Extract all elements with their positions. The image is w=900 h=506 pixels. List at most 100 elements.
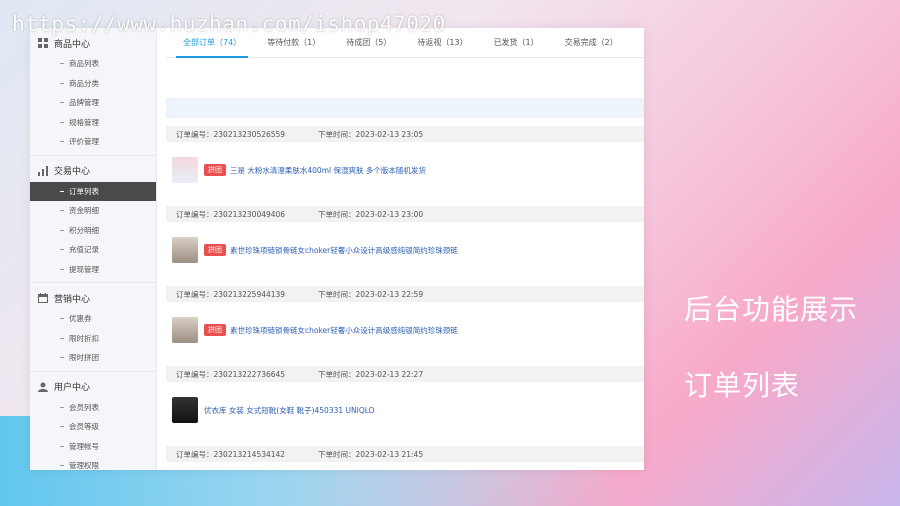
sidebar: 商品中心 商品列表 商品分类 品牌管理 规格管理 评价管理 交易中心 订单列表 … <box>30 28 157 470</box>
order-number: 订单编号：230213225944139 <box>176 289 318 300</box>
bullet-icon <box>60 102 64 104</box>
order-time: 下单时间：2023-02-13 22:59 <box>318 289 423 300</box>
user-icon <box>38 382 48 392</box>
sidebar-item-label: 规格管理 <box>69 117 99 127</box>
filter-bar <box>166 98 644 118</box>
bullet-icon <box>60 141 64 143</box>
product-thumbnail[interactable] <box>172 317 198 343</box>
sidebar-divider <box>30 370 156 372</box>
caption-order-list: 订单列表 <box>684 369 801 402</box>
product-thumbnail[interactable] <box>172 397 198 423</box>
order-time-label: 下单时间： <box>318 369 356 379</box>
bullet-icon <box>60 82 64 84</box>
sidebar-divider <box>30 282 156 283</box>
product-name-link[interactable]: 素世珍珠项链锁骨链女choker轻奢小众设计高级感纯银简约珍珠颈链 <box>230 245 458 256</box>
order-time-label: 下单时间： <box>318 129 356 139</box>
order-body: 拼团 素世珍珠项链锁骨链女choker轻奢小众设计高级感纯银简约珍珠颈链 <box>166 302 644 358</box>
sidebar-item-label: 会员等级 <box>69 422 99 432</box>
sidebar-item-label: 商品分类 <box>69 78 99 88</box>
sidebar-item-group-buy[interactable]: 限时拼团 <box>30 348 156 368</box>
order-number-label: 订单编号： <box>176 369 214 379</box>
sidebar-divider <box>30 154 156 156</box>
product-name-link[interactable]: 三是 大粉水清澄柔肤水400ml 保湿爽肤 多个版本随机发货 <box>230 165 426 176</box>
order-card: 订单编号：230213214534142 下单时间：2023-02-13 21:… <box>166 446 644 470</box>
watermark-url: https://www.huzhan.com/ishop47020 <box>12 12 446 36</box>
sidebar-item-admin-account[interactable]: 管理帐号 <box>30 437 156 457</box>
order-time-label: 下单时间： <box>318 449 356 459</box>
sidebar-item-label: 商品列表 <box>69 59 99 69</box>
sidebar-item-admin-permission[interactable]: 管理权限 <box>30 456 156 470</box>
sidebar-group-trade[interactable]: 交易中心 <box>30 160 156 182</box>
bullet-icon <box>60 268 64 270</box>
order-time: 下单时间：2023-02-13 21:45 <box>318 449 423 460</box>
group-buy-badge: 拼团 <box>204 164 226 176</box>
order-card: 订单编号：230213225944139 下单时间：2023-02-13 22:… <box>166 286 644 358</box>
order-number-value: 230213230526559 <box>213 129 286 139</box>
order-time-value: 2023-02-13 21:45 <box>355 449 424 459</box>
sidebar-item-label: 优惠券 <box>69 314 92 324</box>
tab-shipped[interactable]: 已发货（1） <box>481 28 552 57</box>
order-body: 优衣库 女装 女式短靴(女鞋 靴子)450331 UNIQLO <box>166 382 644 438</box>
sidebar-item-member-list[interactable]: 会员列表 <box>30 398 156 418</box>
bullet-icon <box>60 357 64 359</box>
order-number: 订单编号：230213214534142 <box>176 449 318 460</box>
order-time: 下单时间：2023-02-13 23:05 <box>318 129 423 140</box>
sidebar-item-goods-list[interactable]: 商品列表 <box>30 54 156 74</box>
order-header: 订单编号：230213230526559 下单时间：2023-02-13 23:… <box>166 126 644 142</box>
sidebar-item-flash-discount[interactable]: 限时折扣 <box>30 329 156 349</box>
sidebar-group-marketing[interactable]: 营销中心 <box>30 287 156 309</box>
sidebar-item-label: 评价管理 <box>69 137 99 147</box>
order-time-value: 2023-02-13 23:05 <box>355 129 424 139</box>
sidebar-item-recharge[interactable]: 充值记录 <box>30 240 156 260</box>
order-number-label: 订单编号： <box>176 449 214 459</box>
sidebar-item-label: 限时拼团 <box>69 353 99 363</box>
order-number-value: 230213230049406 <box>213 209 286 219</box>
sidebar-item-order-list[interactable]: 订单列表 <box>30 181 156 201</box>
sidebar-item-funds[interactable]: 资金明细 <box>30 201 156 221</box>
bullet-icon <box>60 63 64 65</box>
bullet-icon <box>60 249 64 251</box>
order-time-label: 下单时间： <box>318 289 356 299</box>
admin-window: 商品中心 商品列表 商品分类 品牌管理 规格管理 评价管理 交易中心 订单列表 … <box>30 28 644 470</box>
sidebar-item-label: 品牌管理 <box>69 98 99 108</box>
order-header: 订单编号：230213225944139 下单时间：2023-02-13 22:… <box>166 286 644 302</box>
sidebar-item-review[interactable]: 评价管理 <box>30 132 156 152</box>
sidebar-item-spec[interactable]: 规格管理 <box>30 113 156 133</box>
sidebar-item-label: 管理帐号 <box>69 441 99 451</box>
group-buy-badge: 拼团 <box>204 244 226 256</box>
order-number-label: 订单编号： <box>176 129 214 139</box>
product-name-link[interactable]: 优衣库 女装 女式短靴(女鞋 靴子)450331 UNIQLO <box>204 405 375 416</box>
bullet-icon <box>60 229 64 231</box>
sidebar-item-goods-category[interactable]: 商品分类 <box>30 74 156 94</box>
sidebar-item-label: 管理权限 <box>69 461 99 470</box>
order-card: 订单编号：230213230526559 下单时间：2023-02-13 23:… <box>166 126 644 198</box>
bullet-icon <box>60 210 64 212</box>
sidebar-item-label: 充值记录 <box>69 245 99 255</box>
sidebar-item-withdraw[interactable]: 提现管理 <box>30 260 156 280</box>
sidebar-group-users[interactable]: 用户中心 <box>30 376 156 398</box>
sidebar-item-coupon[interactable]: 优惠券 <box>30 309 156 329</box>
order-header: 订单编号：230213230049406 下单时间：2023-02-13 23:… <box>166 206 644 222</box>
order-header: 订单编号：230213222736645 下单时间：2023-02-13 22:… <box>166 366 644 382</box>
tab-completed[interactable]: 交易完成（2） <box>552 28 631 57</box>
sidebar-group-title: 交易中心 <box>54 167 91 177</box>
product-thumbnail[interactable] <box>172 157 198 183</box>
sidebar-item-brand[interactable]: 品牌管理 <box>30 93 156 113</box>
sidebar-item-label: 限时折扣 <box>69 333 99 343</box>
sidebar-item-member-level[interactable]: 会员等级 <box>30 417 156 437</box>
order-card: 订单编号：230213230049406 下单时间：2023-02-13 23:… <box>166 206 644 278</box>
order-header: 订单编号：230213214534142 下单时间：2023-02-13 21:… <box>166 446 644 462</box>
sidebar-item-points[interactable]: 积分明细 <box>30 221 156 241</box>
order-number-value: 230213222736645 <box>213 369 286 379</box>
caption-feature-showcase: 后台功能展示 <box>684 293 859 326</box>
sidebar-item-label: 订单列表 <box>69 186 99 196</box>
order-time-value: 2023-02-13 22:59 <box>355 289 424 299</box>
product-name-link[interactable]: 素世珍珠项链锁骨链女choker轻奢小众设计高级感纯银简约珍珠颈链 <box>230 325 458 336</box>
main-content: 全部订单（74） 等待付款（1） 待成团（5） 待返视（13） 已发货（1） 交… <box>166 28 644 470</box>
order-card: 订单编号：230213222736645 下单时间：2023-02-13 22:… <box>166 366 644 438</box>
order-number-label: 订单编号： <box>176 289 214 299</box>
order-time: 下单时间：2023-02-13 23:00 <box>318 209 423 220</box>
bullet-icon <box>60 406 64 408</box>
product-thumbnail[interactable] <box>172 237 198 263</box>
order-number: 订单编号：230213230526559 <box>176 129 318 140</box>
